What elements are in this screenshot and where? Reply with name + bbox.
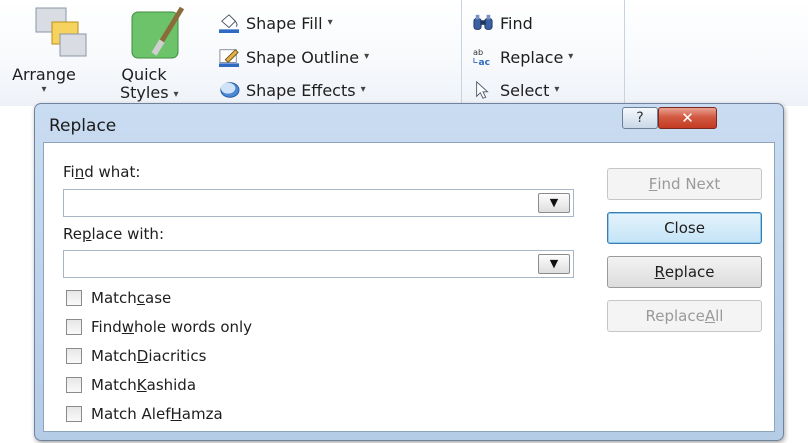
shape-effects-dropdown-icon: ▾: [360, 83, 366, 95]
find-label: Find: [500, 13, 533, 33]
binoculars-icon: [473, 14, 493, 30]
checkbox-box[interactable]: [66, 319, 82, 335]
checkbox-access-key: K: [136, 376, 147, 394]
replace-ribbon-button[interactable]: ab ac Replace ▾: [472, 44, 573, 70]
find-what-text-post: d what:: [84, 163, 141, 181]
dropdown-arrow-icon: ▼: [549, 196, 559, 209]
shape-effects-icon: [220, 82, 240, 98]
shape-fill-dropdown-icon: ▾: [327, 16, 333, 28]
svg-text:ac: ac: [478, 58, 490, 67]
paint-bucket-icon: [219, 14, 239, 33]
find-what-label: Find what:: [63, 163, 140, 181]
svg-text:ab: ab: [473, 47, 483, 57]
checkbox-box[interactable]: [66, 377, 82, 393]
match-alef-hamza-checkbox[interactable]: Match Alef Hamza: [66, 403, 223, 425]
replace-with-dropdown-button[interactable]: ▼: [538, 254, 570, 274]
quick-styles-button[interactable]: Quick Styles ▾: [114, 2, 204, 102]
checkbox-box[interactable]: [66, 406, 82, 422]
match-kashida-checkbox[interactable]: Match Kashida: [66, 374, 196, 396]
checkbox-label-post: iacritics: [148, 347, 207, 365]
find-next-label: ind Next: [657, 175, 721, 193]
checkbox-label-post: hole words only: [134, 318, 253, 336]
match-case-checkbox[interactable]: Match c ase: [66, 287, 171, 309]
dialog-title: Replace: [49, 116, 117, 136]
replace-icon: ab ac: [473, 47, 490, 67]
quick-styles-label-top: Quick: [121, 65, 167, 84]
shape-outline-label: Shape Outline: [246, 47, 360, 67]
replace-ribbon-label: Replace: [500, 47, 564, 67]
replace-with-label: Replace with:: [63, 225, 164, 243]
dialog-titlebar[interactable]: Replace ? ✕: [35, 104, 783, 146]
checkbox-label-pre: Match: [91, 289, 137, 307]
ribbon: Arrange ▾ Quick Styles ▾ Shape Fill ▾ Shap…: [0, 0, 808, 106]
arrange-button[interactable]: Arrange ▾: [4, 2, 112, 102]
replace-all-label-pre: Replace: [645, 307, 705, 325]
find-next-button[interactable]: Find Next: [607, 168, 762, 200]
checkbox-label-pre: Match: [91, 376, 137, 394]
shape-outline-dropdown-icon: ▾: [364, 50, 370, 62]
arrange-dropdown-icon: ▾: [41, 84, 47, 95]
checkbox-label-pre: Match Alef: [91, 405, 171, 423]
pencil-outline-icon: [219, 49, 239, 67]
quick-styles-dropdown-icon: ▾: [173, 89, 179, 100]
replace-dialog: Replace ? ✕ Find what: ▼ Replace with: ▼…: [34, 103, 784, 441]
replace-with-access-key: p: [81, 225, 92, 243]
find-whole-words-checkbox[interactable]: Find w hole words only: [66, 316, 252, 338]
close-icon: ✕: [681, 109, 694, 127]
quick-styles-icon: [131, 6, 185, 59]
replace-label: eplace: [664, 263, 715, 281]
shape-outline-button[interactable]: Shape Outline ▾: [218, 44, 369, 70]
dialog-close-button[interactable]: ✕: [658, 107, 717, 129]
find-what-dropdown-button[interactable]: ▼: [538, 193, 570, 213]
find-button[interactable]: Find: [472, 10, 533, 36]
checkbox-access-key: w: [121, 318, 135, 336]
checkbox-label-pre: Find: [91, 318, 122, 336]
cursor-arrow-icon: [476, 80, 489, 99]
shape-effects-label: Shape Effects: [246, 80, 356, 100]
quick-styles-label-bottom: Styles: [120, 83, 169, 102]
quick-styles-label-row: Styles ▾: [120, 83, 179, 102]
help-button[interactable]: ?: [622, 107, 658, 129]
replace-all-button[interactable]: Replace All: [607, 300, 762, 332]
find-what-combobox[interactable]: ▼: [63, 189, 574, 217]
ribbon-separator: [461, 0, 462, 104]
find-next-access-key: F: [648, 175, 658, 193]
checkbox-label-post: amza: [181, 405, 223, 423]
replace-access-key: R: [654, 263, 665, 281]
checkbox-box[interactable]: [66, 290, 82, 306]
replace-with-text-pre: Re: [63, 225, 82, 243]
checkbox-access-key: H: [170, 405, 182, 423]
replace-with-text-post: lace with:: [91, 225, 164, 243]
checkbox-label-pre: Match: [91, 347, 137, 365]
select-dropdown-icon: ▾: [554, 83, 560, 95]
checkbox-access-key: c: [136, 289, 146, 307]
checkbox-label-post: ase: [145, 289, 172, 307]
dropdown-arrow-icon: ▼: [549, 257, 559, 270]
ribbon-separator-end: [624, 0, 625, 104]
checkbox-label-post: ashida: [146, 376, 197, 394]
replace-all-access-key: A: [704, 307, 716, 325]
help-icon: ?: [636, 110, 644, 126]
close-button[interactable]: Close: [607, 212, 762, 244]
shape-fill-button[interactable]: Shape Fill ▾: [218, 10, 333, 36]
arrange-label: Arrange: [12, 65, 76, 84]
match-diacritics-checkbox[interactable]: Match Diacritics: [66, 345, 206, 367]
dialog-body: Find what: ▼ Replace with: ▼ Match c ase …: [43, 142, 775, 432]
find-what-text-pre: Fi: [63, 163, 75, 181]
replace-all-label-post: ll: [715, 307, 724, 325]
select-button[interactable]: Select ▾: [472, 77, 559, 103]
find-what-access-key: n: [74, 163, 85, 181]
shape-effects-button[interactable]: Shape Effects ▾: [218, 77, 366, 103]
replace-button[interactable]: Replace: [607, 256, 762, 288]
replace-with-combobox[interactable]: ▼: [63, 250, 574, 278]
shape-fill-label: Shape Fill: [246, 13, 323, 33]
close-label: Close: [664, 219, 705, 237]
checkbox-box[interactable]: [66, 348, 82, 364]
arrange-icon: [35, 7, 87, 57]
select-label: Select: [500, 80, 550, 100]
checkbox-access-key: D: [136, 347, 149, 365]
replace-dropdown-icon: ▾: [568, 50, 574, 62]
